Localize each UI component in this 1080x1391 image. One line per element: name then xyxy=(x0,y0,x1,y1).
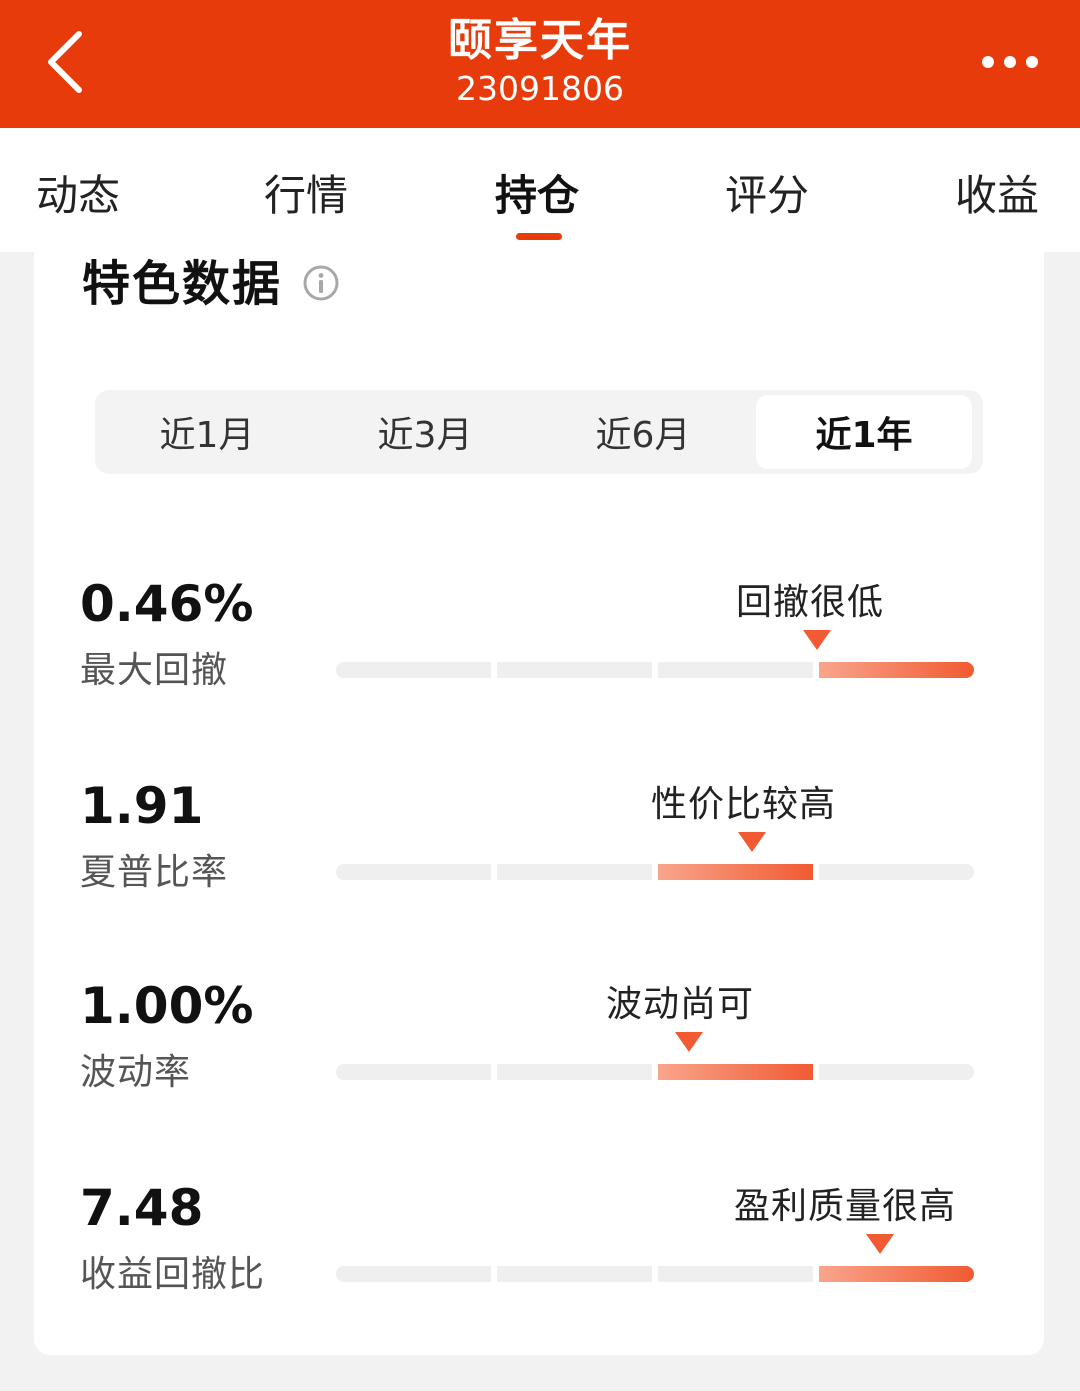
tab-market[interactable]: 行情 xyxy=(264,162,348,223)
title-block: 颐享天年 23091806 xyxy=(240,14,840,110)
metric-label: 夏普比率 xyxy=(80,852,229,893)
period-3m[interactable]: 近3月 xyxy=(317,395,533,469)
level-pointer-icon xyxy=(866,1234,894,1254)
metric-value: 7.48 xyxy=(80,1179,204,1237)
tab-rating[interactable]: 评分 xyxy=(725,162,809,223)
info-icon[interactable] xyxy=(302,264,340,302)
level-bar-segment xyxy=(658,662,813,678)
metric-label: 收益回撤比 xyxy=(80,1254,266,1295)
tab-returns[interactable]: 收益 xyxy=(955,162,1039,223)
level-bar-segment xyxy=(336,864,491,880)
more-dots-icon xyxy=(982,56,994,68)
period-selector: 近1月 近3月 近6月 近1年 xyxy=(95,390,983,474)
metric-tag: 性价比较高 xyxy=(651,784,837,825)
metric-label: 最大回撤 xyxy=(80,650,229,691)
level-bar-segment xyxy=(336,1064,491,1080)
tab-bar: 动态 行情 持仓 评分 收益 xyxy=(0,128,1080,252)
period-1m[interactable]: 近1月 xyxy=(99,395,315,469)
metric-value: 0.46% xyxy=(80,575,254,633)
metric-tag: 盈利质量很高 xyxy=(734,1186,957,1227)
tab-holdings[interactable]: 持仓 xyxy=(495,162,579,223)
level-bar-segment-active xyxy=(819,662,974,678)
chevron-left-icon xyxy=(48,31,82,93)
section-title: 特色数据 xyxy=(82,256,283,312)
period-6m[interactable]: 近6月 xyxy=(535,395,751,469)
fund-title: 颐享天年 xyxy=(448,15,632,66)
metric-value: 1.91 xyxy=(80,777,204,835)
level-pointer-icon xyxy=(738,832,766,852)
level-bar-segment xyxy=(658,1266,813,1282)
level-bar-segment-active xyxy=(658,864,813,880)
metric-value: 1.00% xyxy=(80,977,254,1035)
tab-dynamics[interactable]: 动态 xyxy=(36,162,120,223)
active-tab-indicator xyxy=(516,233,562,240)
feature-data-card: 特色数据 近1月 近3月 近6月 近1年 0.46% 最大回撤 回撤很低 1.9… xyxy=(34,252,1044,1355)
level-bar-segment-active xyxy=(658,1064,813,1080)
level-bar-segment-active xyxy=(819,1266,974,1282)
level-bar-segment xyxy=(819,1064,974,1080)
level-bar-segment xyxy=(497,1266,652,1282)
level-bar-segment xyxy=(819,864,974,880)
metric-label: 波动率 xyxy=(80,1052,192,1093)
level-pointer-icon xyxy=(803,630,831,650)
metric-max-drawdown: 0.46% 最大回撤 回撤很低 xyxy=(34,574,1044,764)
more-button[interactable] xyxy=(970,36,1050,88)
level-bar-segment xyxy=(497,864,652,880)
metric-volatility: 1.00% 波动率 波动尚可 xyxy=(34,976,1044,1166)
level-bar-segment xyxy=(336,1266,491,1282)
level-bar-segment xyxy=(497,1064,652,1080)
back-button[interactable] xyxy=(30,22,100,102)
level-bar-segment xyxy=(497,662,652,678)
metric-return-drawdown-ratio: 7.48 收益回撤比 盈利质量很高 xyxy=(34,1178,1044,1368)
metric-sharpe-ratio: 1.91 夏普比率 性价比较高 xyxy=(34,776,1044,966)
more-dot xyxy=(1004,56,1016,68)
top-bar: 颐享天年 23091806 xyxy=(0,0,1080,128)
metric-tag: 回撤很低 xyxy=(736,582,885,623)
more-dot xyxy=(1026,56,1038,68)
period-1y[interactable]: 近1年 xyxy=(756,395,972,469)
fund-code: 23091806 xyxy=(456,69,624,108)
metric-tag: 波动尚可 xyxy=(606,984,755,1025)
level-bar-segment xyxy=(336,662,491,678)
level-pointer-icon xyxy=(675,1032,703,1052)
